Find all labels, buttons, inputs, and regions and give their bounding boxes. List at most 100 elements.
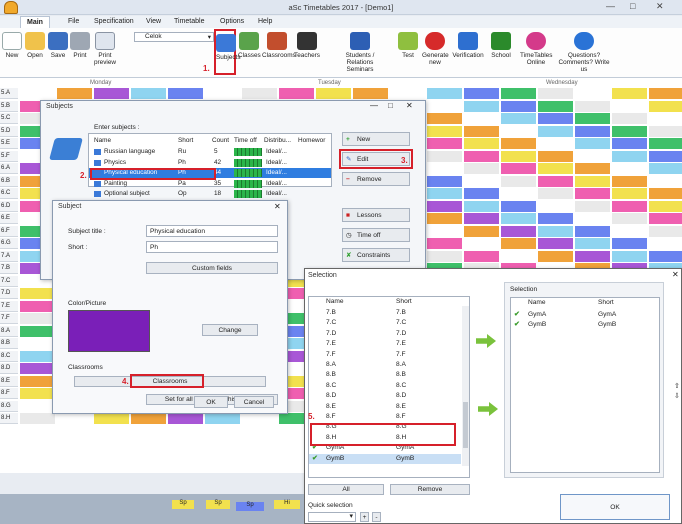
lesson-cell[interactable] <box>612 138 647 149</box>
lesson-cell[interactable] <box>353 88 388 99</box>
lesson-cell[interactable] <box>427 150 462 162</box>
maximize-icon[interactable]: □ <box>630 1 635 11</box>
lesson-card[interactable]: Hi <box>274 500 300 509</box>
subject-short-input[interactable]: Ph <box>146 241 278 253</box>
lesson-cell[interactable] <box>427 125 462 137</box>
lesson-cell[interactable] <box>501 113 536 124</box>
lesson-cell[interactable] <box>612 238 647 249</box>
lesson-cell[interactable] <box>538 213 573 224</box>
lesson-cell[interactable] <box>57 88 92 99</box>
save-button[interactable]: Save <box>48 32 68 59</box>
lesson-cell[interactable] <box>242 88 277 99</box>
questions-button[interactable]: Questions? Comments? Write us <box>558 32 610 73</box>
lesson-cell[interactable] <box>131 88 166 99</box>
lesson-cell[interactable] <box>649 150 682 162</box>
tab-timetable[interactable]: Timetable <box>168 16 210 28</box>
lesson-cell[interactable] <box>501 213 536 224</box>
close-icon[interactable]: ✕ <box>274 202 281 211</box>
selected-name[interactable]: GymA <box>528 310 546 320</box>
move-up-icon[interactable]: ⇧ <box>674 382 680 390</box>
custom-fields-button[interactable]: Custom fields <box>146 262 278 274</box>
lesson-cell[interactable] <box>538 250 573 262</box>
lesson-cell[interactable] <box>649 88 682 99</box>
lesson-cell[interactable] <box>501 138 536 149</box>
lesson-cell[interactable] <box>131 413 166 424</box>
new-button[interactable]: New <box>2 32 22 59</box>
test-button[interactable]: Test <box>398 32 418 59</box>
lesson-cell[interactable] <box>168 413 203 424</box>
lesson-cell[interactable] <box>464 225 499 237</box>
selected-header-name[interactable]: Name <box>528 299 546 306</box>
selected-header-short[interactable]: Short <box>598 299 614 306</box>
classrooms-ribbon-button[interactable]: Classrooms <box>262 32 296 59</box>
students-relations-button[interactable]: Students / Relations Seminars <box>334 32 386 73</box>
lesson-cell[interactable] <box>575 250 610 262</box>
lesson-cell[interactable] <box>427 200 462 212</box>
lesson-cell[interactable] <box>464 125 499 137</box>
select-all-button[interactable]: All <box>308 484 384 495</box>
close-icon[interactable]: ✕ <box>406 101 413 110</box>
lesson-cell[interactable] <box>649 200 682 212</box>
subject-cancel-button[interactable]: Cancel <box>234 396 274 408</box>
time-off-button[interactable]: ◷ Time off <box>342 228 410 242</box>
close-icon[interactable]: ✕ <box>656 1 664 12</box>
lessons-button[interactable]: ■ Lessons <box>342 208 410 222</box>
subject-title-input[interactable]: Physical education <box>146 225 278 237</box>
lesson-cell[interactable] <box>168 88 203 99</box>
remove-selection-button[interactable]: Remove <box>390 484 470 495</box>
lesson-cell[interactable] <box>612 213 647 224</box>
lesson-cell[interactable] <box>501 225 536 237</box>
lesson-cell[interactable] <box>538 150 573 162</box>
lesson-cell[interactable] <box>94 413 129 424</box>
lesson-card[interactable]: Sp <box>206 500 230 509</box>
lesson-cell[interactable] <box>612 175 647 187</box>
selected-name[interactable]: GymB <box>528 320 546 330</box>
classes-button[interactable]: Classes <box>238 32 261 59</box>
lesson-cell[interactable] <box>649 138 682 149</box>
lesson-cell[interactable] <box>427 250 462 262</box>
lesson-cell[interactable] <box>649 250 682 262</box>
print-button[interactable]: Print <box>70 32 90 59</box>
lesson-cell[interactable] <box>575 175 610 187</box>
lesson-cell[interactable] <box>575 113 610 124</box>
lesson-cell[interactable] <box>649 100 682 112</box>
quick-remove-button[interactable]: - <box>372 512 381 522</box>
tab-main[interactable]: Main <box>20 16 50 28</box>
lesson-cell[interactable] <box>538 125 573 137</box>
generate-new-button[interactable]: Generate new <box>422 32 449 66</box>
lesson-cell[interactable] <box>94 88 129 99</box>
lesson-cell[interactable] <box>316 88 351 99</box>
subjects-header-short[interactable]: Short <box>178 137 193 144</box>
scrollbar-thumb[interactable] <box>463 402 468 448</box>
tab-specification[interactable]: Specification <box>88 16 140 28</box>
lesson-cell[interactable] <box>205 413 240 424</box>
subject-color-swatch[interactable] <box>68 310 150 352</box>
lesson-cell[interactable] <box>538 188 573 199</box>
lesson-cell[interactable] <box>612 88 647 99</box>
lesson-cell[interactable] <box>538 225 573 237</box>
available-header-name[interactable]: Name <box>326 298 344 305</box>
lesson-cell[interactable] <box>20 363 55 374</box>
lesson-cell[interactable] <box>279 88 314 99</box>
lesson-cell[interactable] <box>20 350 55 362</box>
lesson-cell[interactable] <box>612 125 647 137</box>
subjects-header-count[interactable]: Count <box>212 137 229 144</box>
tab-view[interactable]: View <box>140 16 167 28</box>
subjects-header-timeoff[interactable]: Time off <box>234 137 257 144</box>
teachers-button[interactable]: Teachers <box>294 32 320 59</box>
lesson-cell[interactable] <box>501 150 536 162</box>
lesson-cell[interactable] <box>464 138 499 149</box>
lesson-cell[interactable] <box>20 288 55 299</box>
lesson-cell[interactable] <box>427 138 462 149</box>
lesson-cell[interactable] <box>649 125 682 137</box>
lesson-cell[interactable] <box>427 113 462 124</box>
lesson-cell[interactable] <box>612 150 647 162</box>
lesson-cell[interactable] <box>575 225 610 237</box>
lesson-cell[interactable] <box>538 113 573 124</box>
lesson-cell[interactable] <box>575 188 610 199</box>
selected-short[interactable]: GymB <box>598 320 616 330</box>
lesson-cell[interactable] <box>20 300 55 312</box>
lesson-cell[interactable] <box>612 200 647 212</box>
celok-select[interactable]: Celok ▾ <box>134 32 214 42</box>
subject-ok-button-visible[interactable]: OK <box>194 396 228 408</box>
